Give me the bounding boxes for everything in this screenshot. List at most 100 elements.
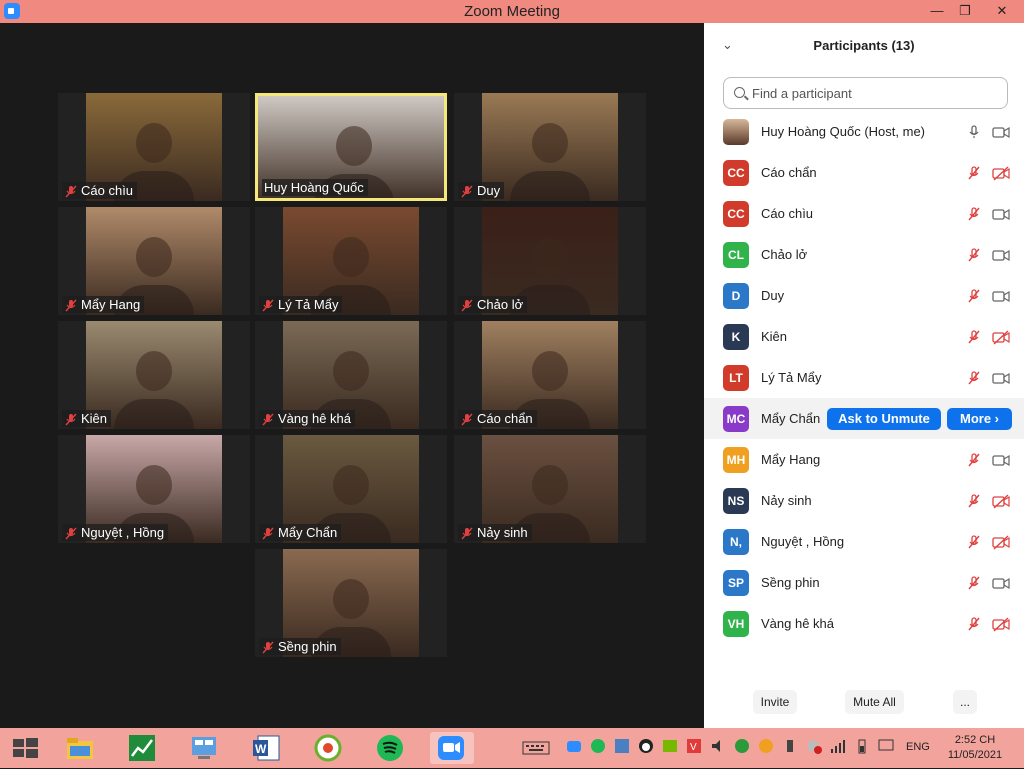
tile-name: Lý Tả Mẩy: [278, 297, 339, 312]
word-icon[interactable]: W: [250, 732, 282, 764]
video-tile[interactable]: Kiên: [58, 321, 250, 429]
mic-muted-icon[interactable]: [966, 452, 982, 468]
avatar: [723, 118, 749, 145]
participant-row[interactable]: Huy Hoàng Quốc (Host, me): [704, 111, 1024, 152]
video-tile[interactable]: Vàng hê khá: [255, 321, 447, 429]
camera-off-icon[interactable]: [992, 329, 1010, 345]
mic-muted-icon[interactable]: [966, 247, 982, 263]
mic-muted-icon[interactable]: [966, 370, 982, 386]
participant-name: Mẩy Hang: [761, 452, 821, 467]
nvidia-tray-icon[interactable]: [662, 738, 678, 758]
windows-start-icon[interactable]: [9, 732, 41, 764]
zoom-tray-icon[interactable]: [566, 738, 582, 758]
camera-icon[interactable]: [992, 575, 1010, 591]
avatar: K: [723, 323, 749, 350]
camera-off-icon[interactable]: [992, 534, 1010, 550]
tile-name-label: Mẩy Hang: [62, 296, 145, 313]
mic-muted-icon: [460, 185, 474, 197]
browser-icon[interactable]: [312, 732, 344, 764]
keyboard-icon[interactable]: [522, 740, 550, 760]
tile-name: Duy: [477, 183, 501, 198]
invite-button[interactable]: Invite: [753, 690, 797, 714]
video-tile[interactable]: Nguyệt , Hồng: [58, 435, 250, 543]
tile-name: Mẩy Chẩn: [278, 525, 338, 540]
panda-tray-icon[interactable]: [638, 738, 654, 758]
participant-row[interactable]: CL Chảo lở: [704, 234, 1024, 275]
mic-muted-icon: [64, 413, 78, 425]
camera-off-icon[interactable]: [992, 616, 1010, 632]
mute-all-button[interactable]: Mute All: [845, 690, 904, 714]
participant-row[interactable]: VH Vàng hê khá: [704, 603, 1024, 644]
network-warning-icon[interactable]: [806, 738, 822, 758]
minimize-button[interactable]: —: [922, 0, 952, 23]
input-language[interactable]: ENG: [906, 741, 930, 761]
tile-name-label: Nguyệt , Hồng: [62, 524, 169, 541]
battery-icon[interactable]: [854, 738, 870, 758]
mic-muted-icon[interactable]: [966, 534, 982, 550]
microphone-icon[interactable]: [966, 124, 982, 140]
participant-row[interactable]: MC Mẩy Chẩn Ask to Unmute More ›: [704, 398, 1024, 439]
participant-row[interactable]: MH Mẩy Hang: [704, 439, 1024, 480]
camera-icon[interactable]: [992, 124, 1010, 140]
video-tile[interactable]: Lý Tả Mẩy: [255, 207, 447, 315]
participant-row[interactable]: CC Cáo chìu: [704, 193, 1024, 234]
video-gallery: Cáo chìu Huy Hoàng Quốc Duy Mẩy Hang Lý Tả M…: [0, 23, 704, 728]
participant-row[interactable]: NS Nảy sinh: [704, 480, 1024, 521]
search-input[interactable]: Find a participant: [723, 77, 1008, 109]
tile-name-label: Mẩy Chẩn: [259, 524, 342, 541]
vivaldi-tray-icon[interactable]: V: [686, 738, 702, 758]
video-tile[interactable]: Cáo chẩn: [454, 321, 646, 429]
mic-muted-icon: [460, 299, 474, 311]
svg-text:W: W: [255, 742, 267, 756]
camera-icon[interactable]: [992, 206, 1010, 222]
mic-muted-icon[interactable]: [966, 575, 982, 591]
antivirus-tray-icon[interactable]: [758, 738, 774, 758]
camera-icon[interactable]: [992, 247, 1010, 263]
signal-strength-icon[interactable]: [830, 738, 846, 758]
mic-muted-icon[interactable]: [966, 616, 982, 632]
avatar: CC: [723, 159, 749, 186]
video-tile[interactable]: Cáo chìu: [58, 93, 250, 201]
participant-row[interactable]: CC Cáo chẩn: [704, 152, 1024, 193]
video-tile[interactable]: Nảy sinh: [454, 435, 646, 543]
display-icon[interactable]: [878, 738, 894, 758]
video-tile[interactable]: Chảo lở: [454, 207, 646, 315]
file-explorer-icon[interactable]: [64, 732, 96, 764]
close-button[interactable]: ✕: [980, 0, 1024, 23]
more-button[interactable]: More ›: [947, 407, 1012, 430]
spotify-icon[interactable]: [374, 732, 406, 764]
mic-muted-icon[interactable]: [966, 165, 982, 181]
camera-off-icon[interactable]: [992, 165, 1010, 181]
camera-icon[interactable]: [992, 370, 1010, 386]
mic-muted-icon[interactable]: [966, 493, 982, 509]
camera-icon[interactable]: [992, 452, 1010, 468]
participant-row[interactable]: SP Sềng phin: [704, 562, 1024, 603]
spotify-tray-icon[interactable]: [590, 738, 606, 758]
more-options-button[interactable]: ...: [953, 690, 977, 714]
video-tile[interactable]: Sềng phin: [255, 549, 447, 657]
video-tile[interactable]: Mẩy Hang: [58, 207, 250, 315]
participant-row[interactable]: K Kiên: [704, 316, 1024, 357]
ask-to-unmute-button[interactable]: Ask to Unmute: [827, 407, 941, 430]
shield-tray-icon[interactable]: [734, 738, 750, 758]
volume-icon[interactable]: [710, 738, 726, 758]
stock-chart-app-icon[interactable]: [126, 732, 158, 764]
clock[interactable]: 2:52 CH 11/05/2021: [945, 733, 1005, 763]
zoom-taskbar-icon[interactable]: [430, 732, 474, 764]
participant-row[interactable]: D Duy: [704, 275, 1024, 316]
camera-icon[interactable]: [992, 288, 1010, 304]
control-panel-icon[interactable]: [188, 732, 220, 764]
mic-muted-icon[interactable]: [966, 206, 982, 222]
video-tile[interactable]: Mẩy Chẩn: [255, 435, 447, 543]
video-tile[interactable]: Huy Hoàng Quốc: [255, 93, 447, 201]
mic-muted-icon[interactable]: [966, 329, 982, 345]
participant-row[interactable]: LT Lý Tả Mẩy: [704, 357, 1024, 398]
usb-tray-icon[interactable]: [782, 738, 798, 758]
camera-off-icon[interactable]: [992, 493, 1010, 509]
app-tray-icon[interactable]: [614, 738, 630, 758]
participant-row[interactable]: N, Nguyệt , Hồng: [704, 521, 1024, 562]
video-tile[interactable]: Duy: [454, 93, 646, 201]
restore-button[interactable]: ❐: [950, 0, 980, 23]
person-body: [510, 171, 590, 201]
mic-muted-icon[interactable]: [966, 288, 982, 304]
